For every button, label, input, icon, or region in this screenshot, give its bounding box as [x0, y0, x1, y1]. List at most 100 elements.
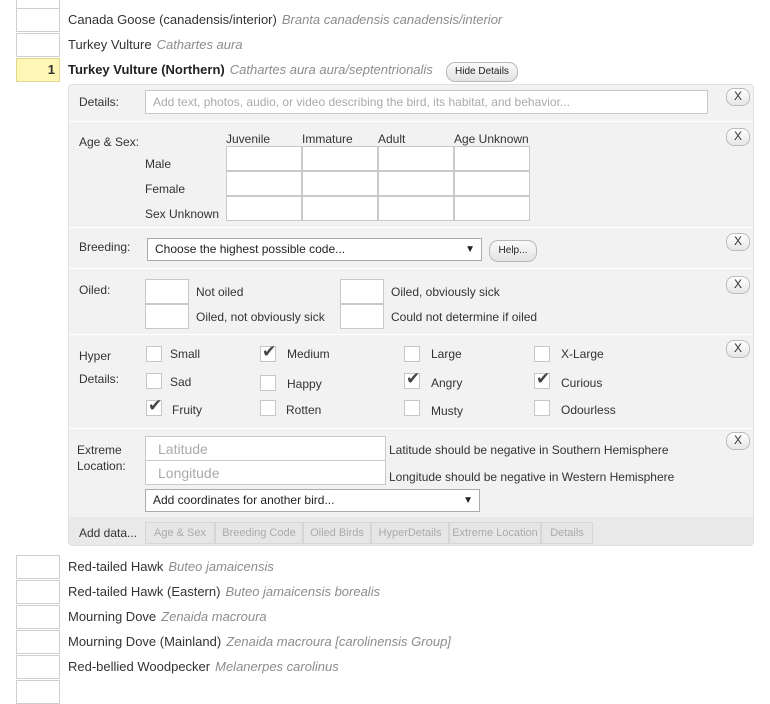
hyper-option-label: Medium [287, 347, 330, 361]
hyper-checkbox[interactable] [534, 346, 550, 362]
checkmark-icon: ✔ [536, 369, 551, 388]
row-label: Sex Unknown [145, 207, 220, 221]
add-age-sex-button[interactable]: Age & Sex [145, 522, 215, 544]
checkmark-icon: ✔ [406, 369, 421, 388]
oiled-label: Oiled: [79, 283, 111, 297]
hyper-checkbox[interactable]: ✔ [260, 342, 276, 362]
hyper-option-label: Fruity [172, 403, 202, 417]
hyper-checkbox[interactable]: ✔ [146, 396, 162, 416]
hyper-option-label: Rotten [286, 403, 322, 417]
oiled-count-box[interactable] [145, 304, 189, 329]
scientific-name: Zenaida macroura [161, 609, 267, 624]
age-sex-cell[interactable] [226, 196, 302, 221]
hyper-checkbox[interactable]: ✔ [534, 369, 550, 389]
age-sex-cell[interactable] [378, 171, 454, 196]
hyper-checkbox[interactable] [260, 375, 276, 391]
age-sex-cell[interactable] [378, 146, 454, 171]
species-row[interactable]: Red-tailed Hawk (Eastern) Buteo jamaicens… [68, 584, 380, 599]
age-sex-cell[interactable] [378, 196, 454, 221]
common-name: Red-tailed Hawk (Eastern) [68, 584, 221, 599]
age-sex-cell[interactable] [302, 171, 378, 196]
latitude-input[interactable]: Latitude [145, 436, 386, 461]
column-header: Immature [302, 132, 353, 146]
longitude-hint: Longitude should be negative in Western … [389, 470, 675, 484]
age-sex-cell[interactable] [302, 146, 378, 171]
breeding-select[interactable]: Choose the highest possible code... ▼ [147, 238, 482, 261]
add-details-button[interactable]: Details [541, 522, 593, 544]
count-input[interactable] [16, 8, 60, 32]
count-input[interactable] [16, 33, 60, 57]
common-name: Mourning Dove [68, 609, 157, 624]
section-divider [69, 121, 753, 122]
latitude-placeholder: Latitude [158, 441, 208, 457]
species-row-active[interactable]: Turkey Vulture (Northern) Cathartes aura … [68, 62, 433, 77]
hyper-label: Details: [79, 372, 120, 386]
hyper-checkbox[interactable] [534, 400, 550, 416]
longitude-placeholder: Longitude [158, 465, 220, 481]
details-input[interactable]: Add text, photos, audio, or video descri… [145, 90, 708, 114]
count-input[interactable] [16, 605, 60, 629]
close-age-sex-button[interactable]: X [726, 128, 750, 146]
details-label: Details: [79, 95, 120, 109]
species-row[interactable]: Mourning Dove Zenaida macroura [68, 609, 267, 624]
add-hyper-details-button[interactable]: HyperDetails [371, 522, 449, 544]
section-divider [69, 268, 753, 269]
hyper-option-label: X-Large [561, 347, 604, 361]
section-divider [69, 227, 753, 228]
oiled-option-label: Not oiled [196, 285, 244, 299]
species-row[interactable]: Red-bellied Woodpecker Melanerpes carolin… [68, 659, 339, 674]
longitude-input[interactable]: Longitude [145, 460, 386, 485]
close-details-button[interactable]: X [726, 88, 750, 106]
close-oiled-button[interactable]: X [726, 276, 750, 294]
add-oiled-birds-button[interactable]: Oiled Birds [303, 522, 371, 544]
hide-details-button[interactable]: Hide Details [446, 62, 518, 82]
column-header: Age Unknown [454, 132, 529, 146]
count-input[interactable] [16, 580, 60, 604]
count-input[interactable] [16, 555, 60, 579]
species-row[interactable]: Turkey Vulture Cathartes aura [68, 37, 243, 52]
coordinates-select-value: Add coordinates for another bird... [153, 493, 335, 507]
common-name: Turkey Vulture [68, 37, 152, 52]
age-sex-cell[interactable] [454, 171, 530, 196]
hyper-option-label: Odourless [561, 403, 616, 417]
close-extreme-button[interactable]: X [726, 432, 750, 450]
oiled-count-box[interactable] [145, 279, 189, 304]
count-input[interactable] [16, 655, 60, 679]
add-data-label: Add data... [79, 526, 138, 540]
add-extreme-location-button[interactable]: Extreme Location [449, 522, 541, 544]
age-sex-cell[interactable] [302, 196, 378, 221]
hyper-checkbox[interactable]: ✔ [404, 369, 420, 389]
hyper-option-label: Sad [170, 375, 192, 389]
oiled-count-box[interactable] [340, 304, 384, 329]
hyper-checkbox[interactable] [404, 400, 420, 416]
hyper-checkbox[interactable] [404, 346, 420, 362]
section-divider [69, 334, 753, 335]
scientific-name: Branta canadensis canadensis/interior [281, 12, 503, 27]
age-sex-cell[interactable] [454, 196, 530, 221]
species-row[interactable]: Mourning Dove (Mainland) Zenaida macroura… [68, 634, 451, 649]
oiled-count-box[interactable] [340, 279, 384, 304]
oiled-option-label: Oiled, obviously sick [391, 285, 500, 299]
count-input-active[interactable]: 1 [16, 58, 60, 82]
breeding-select-value: Choose the highest possible code... [155, 242, 346, 256]
hyper-checkbox[interactable] [146, 346, 162, 362]
breeding-help-button[interactable]: Help... [489, 240, 537, 262]
age-sex-cell[interactable] [454, 146, 530, 171]
hyper-option-label: Angry [431, 376, 463, 390]
age-sex-cell[interactable] [226, 146, 302, 171]
species-row[interactable]: Red-tailed Hawk Buteo jamaicensis [68, 559, 274, 574]
close-breeding-button[interactable]: X [726, 233, 750, 251]
count-input-partial[interactable] [16, 680, 60, 704]
count-input[interactable] [16, 630, 60, 654]
hyper-option-label: Musty [431, 404, 464, 418]
coordinates-select[interactable]: Add coordinates for another bird... ▼ [145, 489, 480, 512]
age-sex-cell[interactable] [226, 171, 302, 196]
species-row[interactable]: Canada Goose (canadensis/interior) Branta… [68, 12, 502, 27]
hyper-option-label: Large [431, 347, 462, 361]
hyper-checkbox[interactable] [260, 400, 276, 416]
scientific-name: Cathartes aura [156, 37, 243, 52]
chevron-down-icon: ▼ [465, 244, 475, 255]
hyper-checkbox[interactable] [146, 373, 162, 389]
close-hyper-button[interactable]: X [726, 340, 750, 358]
add-breeding-code-button[interactable]: Breeding Code [215, 522, 303, 544]
